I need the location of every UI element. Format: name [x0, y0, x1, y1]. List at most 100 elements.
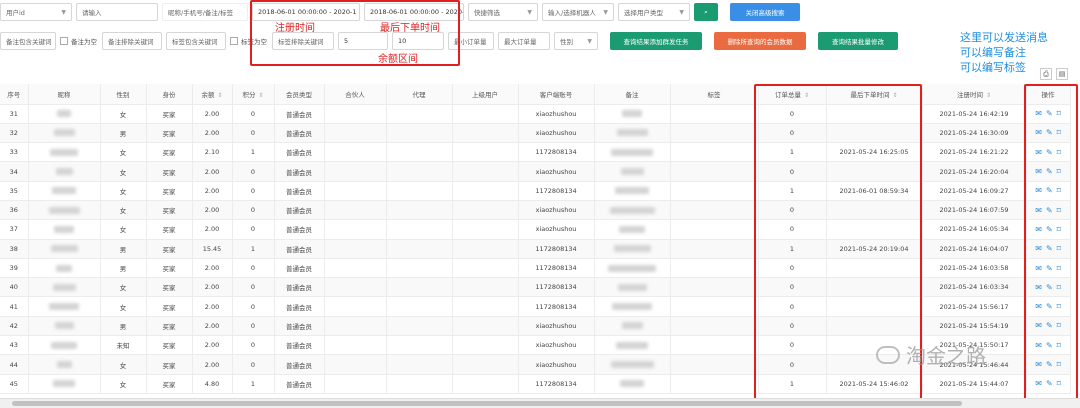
cell-empty [670, 219, 759, 240]
cell-client: xiaozhushou [518, 200, 595, 221]
column-header[interactable]: 积分 ⇕ [232, 84, 275, 105]
remark-include-input[interactable]: 备注包含关键词 [0, 32, 56, 50]
cell-empty [386, 104, 453, 124]
delete-results-button[interactable]: 删除所查询的会员数据 [714, 32, 806, 50]
cell-id: 44 [0, 354, 29, 375]
cell-reg: 2021-05-24 16:03:34 [922, 277, 1027, 298]
cell-client: xiaozhushou [518, 219, 595, 240]
cell-nickname-redacted [28, 335, 101, 356]
cell-type: 普通会员 [274, 277, 325, 298]
cell-client: 1172808134 [518, 142, 595, 163]
cell-gender: 女 [100, 161, 147, 182]
remark-empty-checkbox[interactable]: 备注为空 [60, 36, 97, 46]
quick-filter-select[interactable]: 快捷筛选 ▼ [468, 3, 538, 21]
cell-empty [452, 316, 519, 337]
cell-remark-redacted [594, 181, 671, 201]
sort-icon[interactable]: ⇕ [217, 92, 222, 99]
cell-gender: 女 [100, 219, 147, 240]
cell-remark-redacted [594, 374, 671, 394]
remark-exclude-input[interactable]: 备注排除关键词 [102, 32, 162, 50]
cell-empty [324, 354, 387, 375]
column-header[interactable]: 余额 ⇕ [192, 84, 233, 105]
cell-gender: 女 [100, 142, 147, 163]
redacted-blur [619, 225, 645, 233]
cell-empty [452, 181, 519, 201]
cell-empty [386, 239, 453, 259]
cell-empty [452, 354, 519, 375]
cell-type: 普通会员 [274, 354, 325, 375]
sort-icon[interactable]: ⇕ [258, 92, 263, 99]
cell-client: xiaozhushou [518, 123, 595, 144]
checkbox-box [230, 37, 238, 45]
cell-balance: 4.80 [192, 374, 233, 394]
cell-id: 42 [0, 316, 29, 337]
sort-icon[interactable]: ⇕ [986, 92, 991, 99]
cell-nickname-redacted [28, 161, 101, 182]
cell-nickname-redacted [28, 354, 101, 375]
redacted-blur [620, 168, 644, 176]
cell-empty [386, 354, 453, 375]
print-icon[interactable]: ⎙ [1040, 68, 1052, 80]
cell-remark-redacted [594, 277, 671, 298]
cell-role: 买家 [146, 181, 193, 201]
cell-points: 0 [232, 335, 275, 356]
horizontal-scrollbar[interactable] [0, 398, 1080, 408]
cell-gender: 未知 [100, 335, 147, 356]
cell-role: 买家 [146, 296, 193, 317]
cell-type: 普通会员 [274, 142, 325, 163]
cell-gender: 男 [100, 239, 147, 259]
cell-type: 普通会员 [274, 258, 325, 279]
cell-nickname-redacted [28, 104, 101, 124]
column-header[interactable]: 注册时间 ⇕ [922, 84, 1027, 105]
cell-gender: 女 [100, 374, 147, 394]
cell-nickname-redacted [28, 123, 101, 144]
cell-empty [452, 277, 519, 298]
redacted-blur [53, 129, 75, 137]
redacted-blur [617, 283, 647, 291]
chevron-down-icon: ▼ [587, 37, 592, 45]
cell-role: 买家 [146, 123, 193, 144]
cell-empty [670, 258, 759, 279]
cell-balance: 2.00 [192, 335, 233, 356]
cell-nickname-redacted [28, 142, 101, 163]
cell-remark-redacted [594, 258, 671, 279]
cell-reg: 2021-05-24 16:21:22 [922, 142, 1027, 163]
keyword-input[interactable]: 请输入 [76, 3, 158, 21]
redacted-blur [49, 303, 79, 311]
cell-client: 1172808134 [518, 239, 595, 259]
cell-reg: 2021-05-24 16:09:27 [922, 181, 1027, 201]
tag-include-input[interactable]: 标签包含关键词 [166, 32, 226, 50]
redacted-blur [620, 380, 644, 388]
cell-points: 0 [232, 181, 275, 201]
cell-points: 0 [232, 258, 275, 279]
search-button[interactable]: ⌕ [694, 3, 718, 21]
scrollbar-thumb[interactable] [12, 401, 962, 406]
add-mass-task-button[interactable]: 查询结果添加群发任务 [610, 32, 702, 50]
cell-points: 0 [232, 354, 275, 375]
cell-points: 1 [232, 239, 275, 259]
cell-nickname-redacted [28, 258, 101, 279]
close-advanced-search-button[interactable]: 关闭高级搜索 [730, 3, 800, 21]
cell-empty [386, 316, 453, 337]
cell-empty [324, 219, 387, 240]
cell-empty [452, 104, 519, 124]
cell-reg: 2021-05-24 16:30:09 [922, 123, 1027, 144]
column-header: 合伙人 [324, 84, 387, 105]
batch-edit-button[interactable]: 查询结果批量修改 [818, 32, 898, 50]
cell-gender: 女 [100, 354, 147, 375]
cell-empty [386, 181, 453, 201]
columns-icon[interactable]: ▤ [1056, 68, 1068, 80]
column-header: 序号 [0, 84, 29, 105]
cell-points: 0 [232, 316, 275, 337]
field-select[interactable]: 用户id ▼ [0, 3, 72, 21]
redacted-blur [53, 380, 75, 388]
gender-select[interactable]: 性别 ▼ [554, 32, 598, 50]
cell-type: 普通会员 [274, 161, 325, 182]
cell-client: 1172808134 [518, 296, 595, 317]
cell-empty [670, 200, 759, 221]
user-type-select[interactable]: 选择用户类型 ▼ [618, 3, 690, 21]
robot-select[interactable]: 输入/选择机器人 ▼ [542, 3, 614, 21]
max-order-input[interactable]: 最大订单量 [498, 32, 550, 50]
cell-balance: 2.00 [192, 123, 233, 144]
cell-empty [324, 123, 387, 144]
